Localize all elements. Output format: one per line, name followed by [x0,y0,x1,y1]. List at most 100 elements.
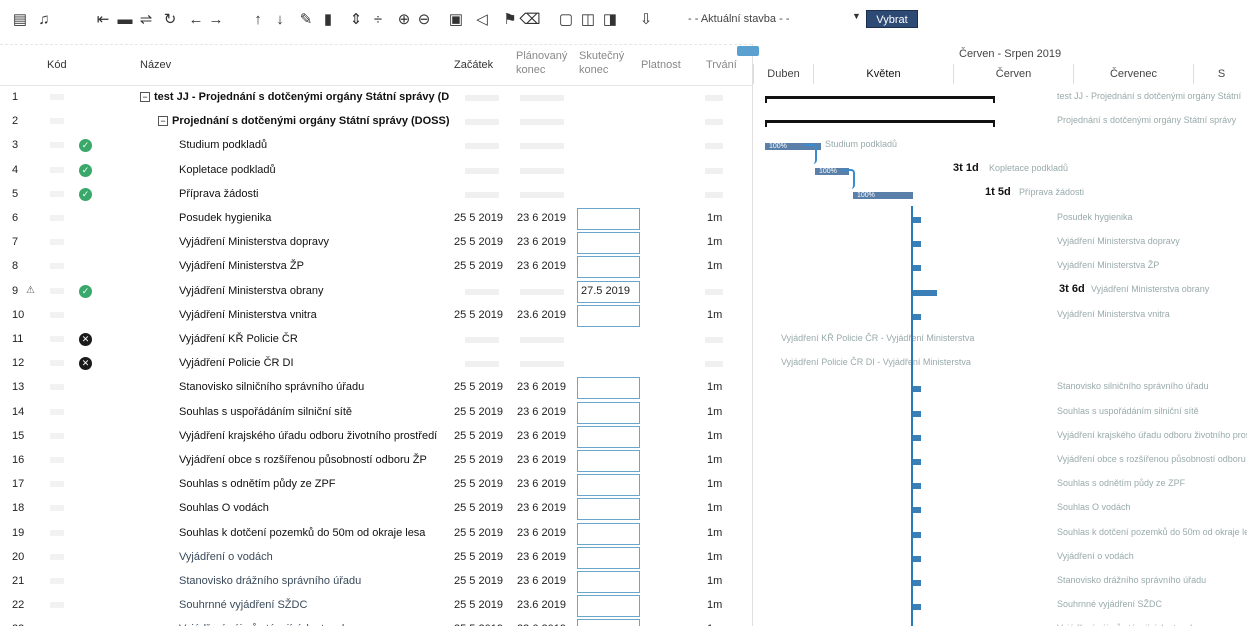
table-row[interactable]: 9 ⚠ ✓ Vyjádření Ministerstva obrany 27.5 201… [0,280,752,304]
task-bar[interactable] [913,265,921,272]
table-row[interactable]: 10 Vyjádření Ministerstva vnitra 25 5 2019… [0,304,752,328]
table-row[interactable]: 4 ✓ Kopletace podkladů [0,159,752,183]
row-name[interactable]: Vyjádření Policie ČR DI [179,357,294,369]
header-name[interactable]: Název [140,59,171,71]
collapse-toggle-icon[interactable]: − [158,116,168,127]
row-name[interactable]: Vyjádření obce s rozšířenou působností o… [179,454,427,466]
header-planned-end[interactable]: Plánovaný konec [516,49,567,77]
task-bar[interactable] [913,289,937,296]
menu-icon[interactable]: ▤ [10,9,30,29]
actual-end-input[interactable] [577,425,640,448]
table-row[interactable]: 2 − Projednání s dotčenými orgány Státní s… [0,110,752,134]
row-name[interactable]: Stanovisko silničního správního úřadu [179,381,364,393]
table-row[interactable]: 12 ✕ Vyjádření Policie ČR DI [0,352,752,376]
row-name[interactable]: Studium podkladů [179,139,267,151]
actual-end-input[interactable] [577,571,640,593]
row-name[interactable]: Vyjádření KŘ Policie ČR [179,333,298,345]
header-start[interactable]: Začátek [454,59,493,71]
task-bar[interactable]: 100% [853,191,913,199]
arrow-down-icon[interactable]: ↓ [270,9,290,29]
task-bar[interactable] [913,507,921,514]
actual-end-input[interactable] [577,208,640,230]
table-row[interactable]: 21 Stanovisko drážního správního úřadu 25 … [0,570,752,594]
header-duration[interactable]: Trvání [706,59,737,71]
zoom-in-icon[interactable]: ⊕ [394,9,414,29]
row-name[interactable]: Vyjádření Ministerstva dopravy [179,236,329,248]
arrow-right-icon[interactable]: → [206,9,226,29]
chevron-down-icon[interactable]: ▼ [852,11,861,21]
table-row[interactable]: 18 Souhlas O vodách 25 5 2019 23 6 2019 1m [0,497,752,521]
task-bar[interactable] [913,483,921,490]
table-row[interactable]: 23Vyjádření zájmů stávajících staveb25 5… [0,618,752,626]
row-name[interactable]: Vyjádření krajského úřadu odboru životní… [179,430,437,442]
actual-end-input[interactable] [577,522,640,545]
layout-chart-icon[interactable]: ◨ [600,9,620,29]
outdent-icon[interactable]: ▬ [115,9,135,29]
actual-end-input[interactable] [577,619,640,626]
select-button[interactable]: Vybrat [866,10,918,28]
actual-end-input[interactable]: 27.5 2019 [577,280,640,303]
actual-end-input[interactable] [577,595,640,618]
export-icon[interactable]: ⇩ [636,9,656,29]
table-row[interactable]: 5 ✓ Příprava žádosti [0,183,752,207]
row-name[interactable]: Stanovisko drážního správního úřadu [179,575,361,587]
actual-end-input[interactable] [577,377,640,400]
row-name[interactable]: Souhlas k dotčení pozemků do 50m od okra… [179,527,425,539]
bell-icon[interactable]: ♫ [34,9,54,29]
header-actual-end[interactable]: Skutečný konec [579,49,624,77]
table-row[interactable]: 22 Souhrnné vyjádření SŽDC 25 5 2019 23.6 2… [0,594,752,618]
arrow-up-icon[interactable]: ↑ [248,9,268,29]
table-row[interactable]: 15 Vyjádření krajského úřadu odboru život… [0,425,752,449]
row-name[interactable]: Vyjádření o vodách [179,551,273,563]
actual-end-input[interactable] [577,256,640,279]
table-row[interactable]: 19 Souhlas k dotčení pozemků do 50m od ok… [0,522,752,546]
summary-bar[interactable] [765,120,995,128]
task-bar[interactable] [913,459,921,465]
task-bar[interactable] [913,531,921,538]
layout-grid-icon[interactable]: ▢ [556,9,576,29]
table-row[interactable]: 13 Stanovisko silničního správního úřadu 2… [0,376,752,400]
actual-end-input[interactable] [577,546,640,569]
table-row[interactable]: 8 Vyjádření Ministerstva ŽP 25 5 2019 23 6 … [0,255,752,279]
share-icon[interactable]: ◁ [472,9,492,29]
task-bar[interactable] [913,604,921,611]
actual-end-input[interactable] [577,304,640,327]
table-row[interactable]: 11 ✕ Vyjádření KŘ Policie ČR [0,328,752,352]
collapse-icon[interactable]: ÷ [368,9,388,29]
layout-split-icon[interactable]: ◫ [578,9,598,29]
trash-icon[interactable]: ▮ [318,9,338,29]
actual-end-input[interactable] [577,474,640,497]
eraser-icon[interactable]: ⌫ [519,9,540,29]
table-row[interactable]: 7 Vyjádření Ministerstva dopravy 25 5 2019… [0,231,752,255]
table-row[interactable]: 1 − test JJ - Projednání s dotčenými orgán… [0,86,752,110]
actual-end-input[interactable] [577,498,640,521]
task-bar[interactable] [913,241,921,248]
row-name[interactable]: Posudek hygienika [179,212,271,224]
table-row[interactable]: 16 Vyjádření obce s rozšířenou působností… [0,449,752,473]
row-name[interactable]: Vyjádření Ministerstva obrany [179,285,324,297]
row-name[interactable]: Souhlas O vodách [179,502,269,514]
row-name[interactable]: Vyjádření Ministerstva ŽP [179,260,304,272]
refresh-icon[interactable]: ↻ [160,9,180,29]
row-name[interactable]: Kopletace podkladů [179,164,276,176]
expand-icon[interactable]: ⇕ [346,9,366,29]
table-row[interactable]: 6 Posudek hygienika 25 5 2019 23 6 2019 1m [0,207,752,231]
row-name[interactable]: Příprava žádosti [179,188,258,200]
task-bar[interactable] [913,580,921,586]
table-row[interactable]: 3 ✓ Studium podkladů [0,134,752,158]
task-bar[interactable] [913,555,921,562]
task-bar[interactable] [913,313,921,320]
link-icon[interactable]: ⇌ [136,9,156,29]
row-name[interactable]: − test JJ - Projednání s dotčenými orgány… [140,91,449,103]
actual-end-input[interactable] [577,450,640,472]
arrow-left-icon[interactable]: ← [186,9,206,29]
table-row[interactable]: 17 Souhlas s odnětím půdy ze ZPF 25 5 2019… [0,473,752,497]
header-code[interactable]: Kód [47,59,67,71]
actual-end-input[interactable] [577,232,640,255]
table-row[interactable]: 20 Vyjádření o vodách 25 5 2019 23 6 2019 1m [0,546,752,570]
row-name[interactable]: Souhlas s odnětím půdy ze ZPF [179,478,336,490]
indent-icon[interactable]: ⇤ [93,9,113,29]
collapse-toggle-icon[interactable]: − [140,92,150,102]
task-bar[interactable] [913,386,921,393]
row-name[interactable]: − Projednání s dotčenými orgány Státní sp… [158,115,450,127]
